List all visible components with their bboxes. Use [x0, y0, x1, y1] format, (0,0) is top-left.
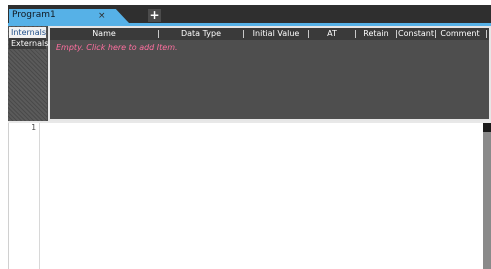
tab-strip: Program1 × +	[0, 0, 491, 27]
table-header: Name Data Type Initial Value AT Retain C…	[50, 28, 489, 40]
column-header-comment[interactable]: Comment	[436, 28, 484, 40]
vertical-scrollbar[interactable]	[483, 123, 491, 269]
tab-externals[interactable]: Externals	[9, 38, 48, 49]
code-text-area[interactable]	[41, 123, 482, 269]
scrollbar-top-marker[interactable]	[483, 123, 491, 132]
add-tab-button[interactable]: +	[148, 9, 161, 22]
variable-table: Name Data Type Initial Value AT Retain C…	[48, 26, 491, 121]
close-icon[interactable]: ×	[98, 9, 106, 23]
empty-add-item-message[interactable]: Empty. Click here to add Item.	[56, 43, 178, 52]
column-divider	[486, 30, 487, 38]
line-number: 1	[31, 123, 36, 132]
table-body[interactable]: Empty. Click here to add Item.	[50, 40, 489, 119]
variable-panel: Internals Externals Name Data Type Initi…	[8, 26, 491, 121]
variable-scope-tabs: Internals Externals	[8, 26, 48, 121]
column-header-initial-value[interactable]: Initial Value	[244, 28, 308, 40]
column-header-constant[interactable]: Constant	[397, 28, 435, 40]
tab-label: Program1	[12, 10, 56, 20]
column-header-retain[interactable]: Retain	[356, 28, 396, 40]
column-header-data-type[interactable]: Data Type	[159, 28, 243, 40]
line-number-gutter: 1	[9, 123, 40, 269]
column-header-at[interactable]: AT	[309, 28, 355, 40]
tab-internals[interactable]: Internals	[9, 27, 46, 38]
tab-program1[interactable]: Program1 ×	[9, 9, 129, 23]
column-header-name[interactable]: Name	[50, 28, 158, 40]
code-editor: 1	[8, 123, 491, 269]
